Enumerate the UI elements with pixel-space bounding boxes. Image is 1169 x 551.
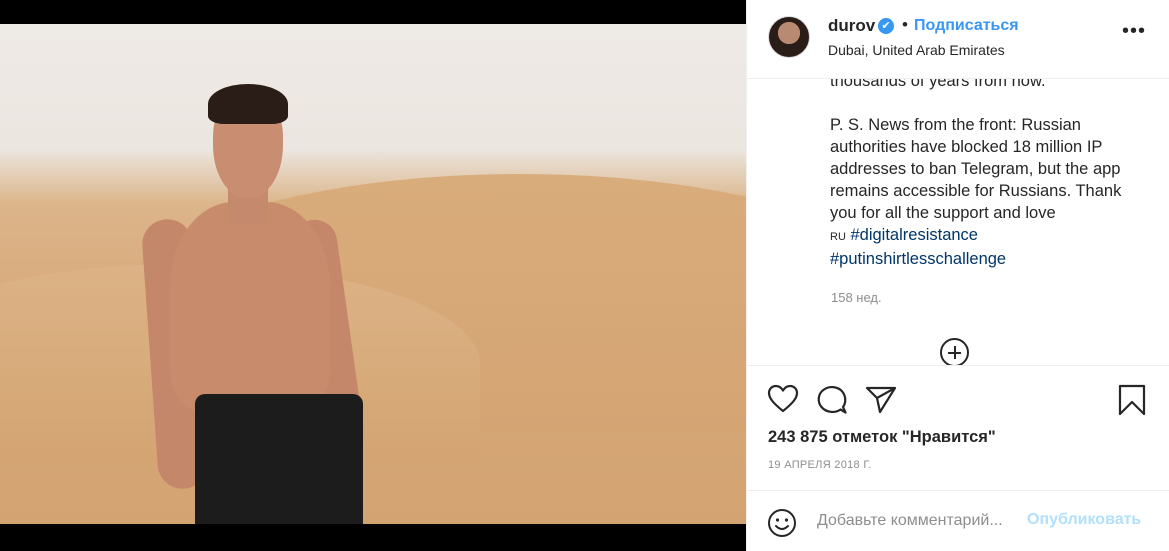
verified-badge-icon: ✔ (878, 18, 894, 34)
more-options-icon[interactable]: ••• (1122, 20, 1146, 43)
location-link[interactable]: Dubai, United Arab Emirates (828, 42, 1005, 58)
plus-circle-icon[interactable] (940, 338, 969, 367)
publish-button[interactable]: Опубликовать (1027, 511, 1141, 529)
post-header: durov ✔ • Подписаться Dubai, United Arab… (747, 0, 1169, 79)
separator-dot: • (902, 15, 908, 34)
person-torso (170, 202, 330, 412)
caption-ps: P. S. News from the front: Russian autho… (830, 114, 1150, 270)
person-hair (208, 84, 288, 124)
post-photo[interactable] (0, 24, 746, 524)
hashtag-link[interactable]: #digitalresistance (850, 226, 978, 244)
likes-count[interactable]: 243 875 отметок "Нравится" (768, 428, 996, 447)
caption-ps-text: P. S. News from the front: Russian autho… (830, 116, 1122, 222)
post-date[interactable]: 19 АПРЕЛЯ 2018 Г. (768, 459, 872, 471)
comment-time-ago: 158 нед. (831, 290, 882, 305)
comment-form: Опубликовать (747, 490, 1169, 551)
smiley-icon[interactable] (767, 508, 797, 543)
caption-body: thousands of years from now. P. S. News … (830, 70, 1150, 270)
hashtag-link[interactable]: #putinshirtlesschallenge (830, 250, 1006, 268)
post-side-panel: thousands of years from now. P. S. News … (746, 0, 1169, 551)
paper-plane-icon[interactable] (865, 384, 897, 419)
bookmark-icon[interactable] (1118, 384, 1146, 421)
username-link[interactable]: durov (828, 16, 875, 36)
caption-flag: RU (830, 231, 846, 243)
heart-icon[interactable] (767, 384, 799, 419)
person-shorts (195, 394, 363, 524)
post-media-panel (0, 0, 746, 551)
post-actions-section: 243 875 отметок "Нравится" 19 АПРЕЛЯ 201… (747, 365, 1169, 551)
avatar[interactable] (768, 16, 810, 58)
comment-bubble-icon[interactable] (816, 384, 848, 420)
follow-button[interactable]: Подписаться (914, 17, 1019, 35)
comment-input[interactable] (817, 509, 1027, 533)
